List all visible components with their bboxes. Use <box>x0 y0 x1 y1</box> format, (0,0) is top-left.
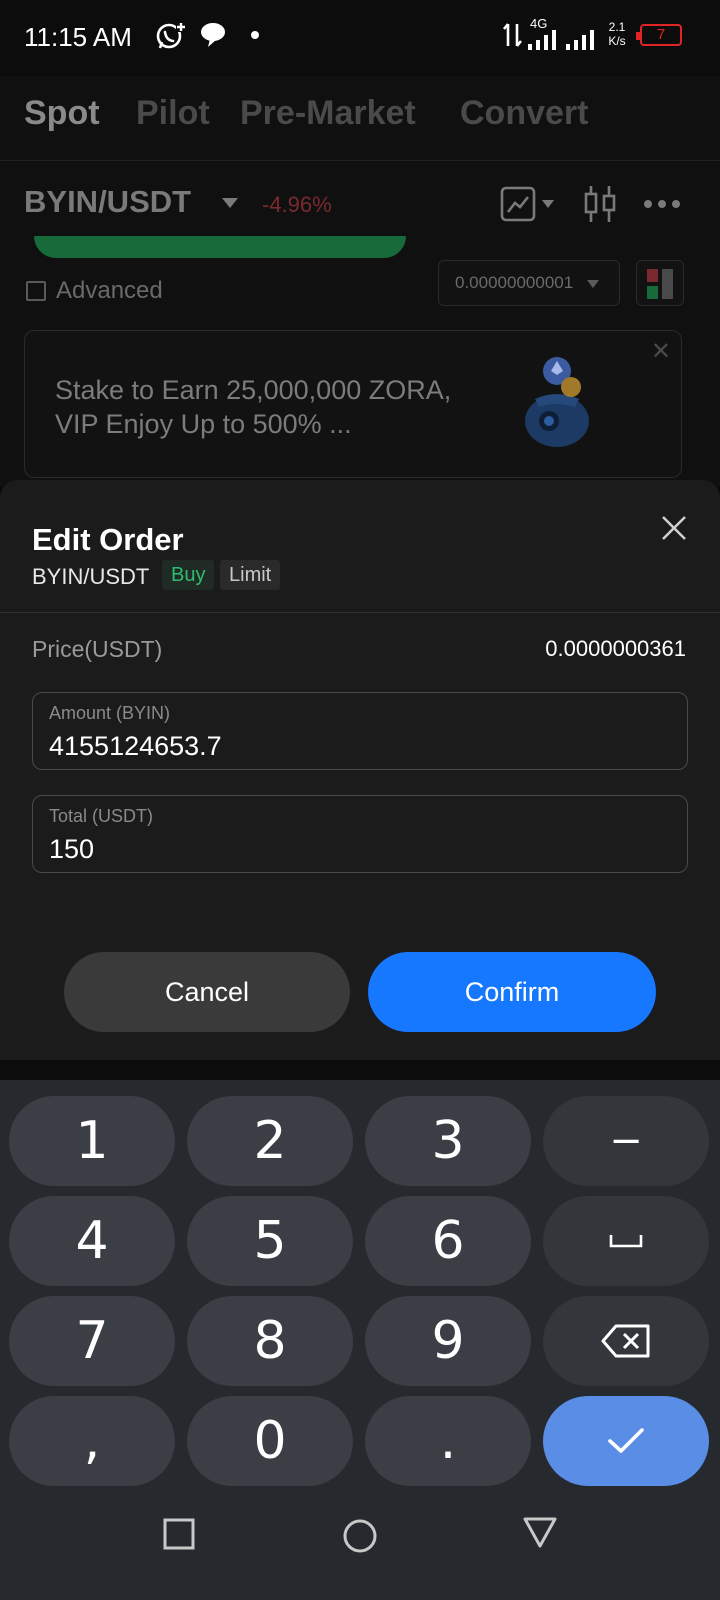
pair-row: BYIN/USDT -4.96% <box>24 184 696 234</box>
buy-button-partial <box>34 236 406 258</box>
advanced-label: Advanced <box>56 277 163 304</box>
price-value: 0.0000000361 <box>545 636 686 661</box>
tab-pilot[interactable]: Pilot <box>136 94 210 133</box>
precision-value: 0.00000000001 <box>455 273 574 292</box>
order-type-tag: Limit <box>220 560 281 590</box>
orderbook-layout-button[interactable] <box>636 260 684 306</box>
close-icon[interactable]: ✕ <box>651 337 671 366</box>
key-1[interactable]: 1 <box>9 1096 175 1186</box>
pair-selector[interactable]: BYIN/USDT <box>24 184 191 220</box>
key-comma[interactable]: , <box>9 1396 175 1486</box>
chevron-down-icon <box>587 280 599 288</box>
network-speed: 2.1 K/s <box>608 20 626 48</box>
notification-dot-icon <box>251 31 259 39</box>
key-2[interactable]: 2 <box>187 1096 353 1186</box>
back-triangle-icon[interactable] <box>522 1516 558 1550</box>
system-nav-bar <box>0 1490 720 1600</box>
price-label: Price(USDT) <box>32 636 163 662</box>
trading-screen-background: Spot Pilot Pre-Market Convert BYIN/USDT … <box>0 76 720 486</box>
status-bar: 11:15 AM 4G 2.1 K/s 7 <box>0 0 720 76</box>
status-time: 11:15 AM <box>24 22 132 52</box>
more-options-icon[interactable] <box>642 198 682 210</box>
promo-banner[interactable]: Stake to Earn 25,000,000 ZORA, VIP Enjoy… <box>24 330 682 478</box>
key-done[interactable] <box>543 1396 709 1486</box>
recents-square-icon[interactable] <box>163 1518 195 1550</box>
tab-spot[interactable]: Spot <box>24 94 100 133</box>
space-icon <box>609 1235 643 1248</box>
key-9[interactable]: 9 <box>365 1296 531 1386</box>
total-field[interactable]: Total (USDT) 150 <box>32 795 688 873</box>
order-pair: BYIN/USDT <box>32 564 150 589</box>
key-minus[interactable]: − <box>543 1096 709 1186</box>
confirm-button[interactable]: Confirm <box>368 952 656 1032</box>
amount-input[interactable]: 4155124653.7 <box>49 731 222 762</box>
key-8[interactable]: 8 <box>187 1296 353 1386</box>
battery-level: 7 <box>656 26 666 43</box>
check-icon <box>608 1428 644 1453</box>
advanced-checkbox[interactable] <box>26 281 46 301</box>
numeric-keyboard: 1 2 3 − 4 5 6 7 8 9 , 0 . <box>0 1080 720 1490</box>
chevron-down-icon <box>222 198 238 208</box>
amount-label: Amount (BYIN) <box>49 703 171 723</box>
cancel-button[interactable]: Cancel <box>64 952 350 1032</box>
key-backspace[interactable] <box>543 1296 709 1386</box>
chart-chevron-icon <box>542 200 554 208</box>
key-5[interactable]: 5 <box>187 1196 353 1286</box>
tab-convert[interactable]: Convert <box>460 94 588 133</box>
amount-field[interactable]: Amount (BYIN) 4155124653.7 <box>32 692 688 770</box>
money-bag-illustration <box>525 357 589 447</box>
tab-pre-market[interactable]: Pre-Market <box>240 94 416 133</box>
key-6[interactable]: 6 <box>365 1196 531 1286</box>
side-tag: Buy <box>162 560 215 590</box>
precision-select[interactable]: 0.00000000001 <box>438 260 620 306</box>
signal-icon-1 <box>528 30 556 50</box>
tabs-divider <box>0 160 720 161</box>
signal-icon-2 <box>566 30 594 50</box>
sheet-divider <box>0 612 720 613</box>
close-icon[interactable] <box>660 514 688 542</box>
candlestick-icon[interactable] <box>582 184 618 224</box>
price-change: -4.96% <box>262 192 332 217</box>
key-0[interactable]: 0 <box>187 1396 353 1486</box>
key-3[interactable]: 3 <box>365 1096 531 1186</box>
key-4[interactable]: 4 <box>9 1196 175 1286</box>
promo-text: Stake to Earn 25,000,000 ZORA, VIP Enjoy… <box>55 375 452 439</box>
data-transfer-icon <box>502 23 523 47</box>
chart-icon[interactable] <box>500 186 536 222</box>
total-input[interactable]: 150 <box>49 834 94 865</box>
sheet-title: Edit Order <box>32 522 184 557</box>
whatsapp-icon <box>156 22 186 49</box>
key-space[interactable] <box>543 1196 709 1286</box>
key-7[interactable]: 7 <box>9 1296 175 1386</box>
edit-order-sheet: Edit Order BYIN/USDT Buy Limit Price(USD… <box>0 480 720 1060</box>
backspace-icon <box>601 1324 650 1358</box>
total-label: Total (USDT) <box>49 806 154 826</box>
chat-bubble-icon <box>201 23 225 47</box>
orderbook-layout-icon <box>647 269 673 299</box>
home-circle-icon[interactable] <box>342 1518 378 1554</box>
battery-icon: 7 <box>636 24 682 46</box>
key-period[interactable]: . <box>365 1396 531 1486</box>
